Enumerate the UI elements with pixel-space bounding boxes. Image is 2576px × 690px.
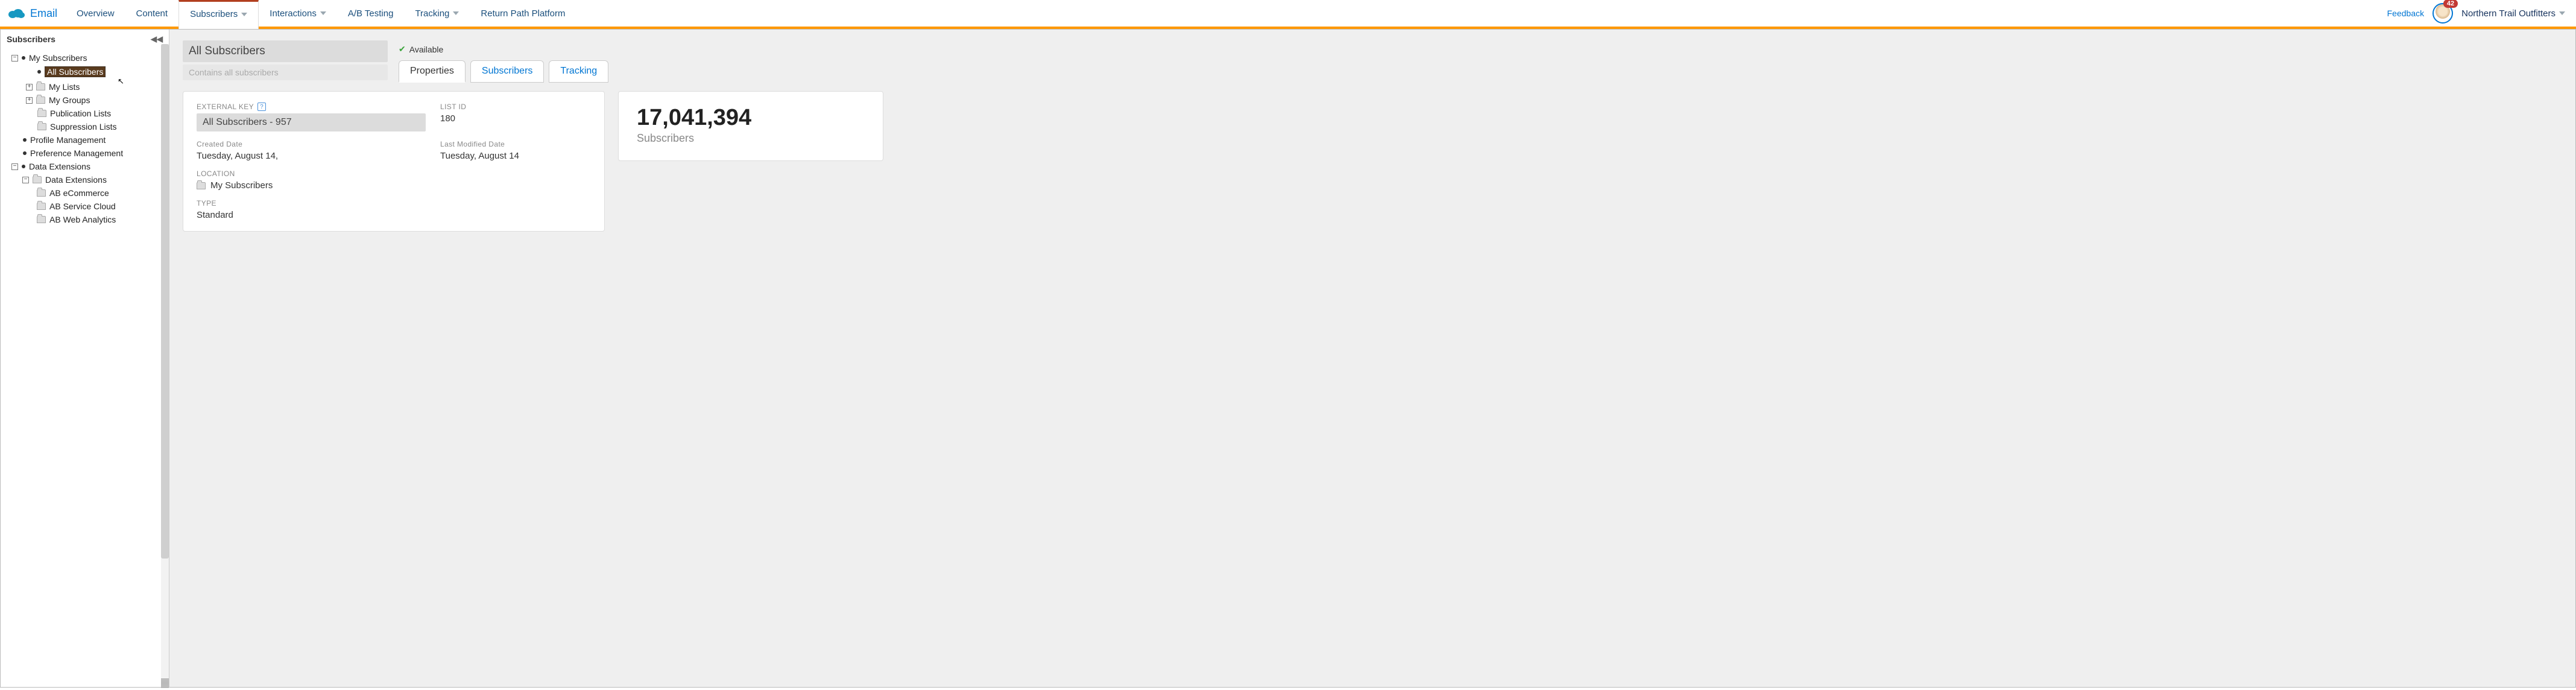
tab-properties[interactable]: Properties [399, 60, 466, 83]
folder-icon [37, 216, 46, 223]
folder-icon [197, 182, 206, 189]
tree-node-my-groups[interactable]: + My Groups [26, 93, 165, 107]
modified-date-label: Last Modified Date [440, 140, 591, 148]
app-logo-area: Email [0, 7, 66, 20]
bullet-icon [22, 165, 25, 168]
title-block: All Subscribers Contains all subscribers [183, 40, 388, 80]
external-key-value: All Subscribers - 957 [197, 113, 426, 131]
sidebar-tree: − My Subscribers All Subscribers ↖ + My … [1, 49, 169, 687]
tree-node-data-extensions[interactable]: − Data Extensions [22, 173, 165, 186]
properties-panel: EXTERNAL KEY ? All Subscribers - 957 LIS… [183, 91, 605, 232]
salesforce-cloud-icon [7, 7, 25, 19]
folder-icon [36, 83, 45, 90]
topbar-right: Feedback 42 Northern Trail Outfitters [2387, 3, 2576, 24]
status-and-tabs: ✔ Available Properties Subscribers Track… [399, 40, 608, 83]
location-value: My Subscribers [197, 180, 591, 191]
bullet-icon [23, 151, 27, 155]
collapse-icon[interactable]: − [11, 163, 18, 170]
panels-row: EXTERNAL KEY ? All Subscribers - 957 LIS… [169, 83, 2575, 245]
folder-icon [33, 176, 42, 183]
nav-tab-return-path[interactable]: Return Path Platform [470, 0, 576, 27]
tree-node-publication-lists[interactable]: Publication Lists [26, 107, 165, 120]
folder-icon [36, 97, 45, 104]
tree-node-my-subscribers[interactable]: − My Subscribers [11, 51, 165, 65]
folder-icon [37, 203, 46, 210]
status-row: ✔ Available [399, 40, 608, 54]
location-label: LOCATION [197, 169, 591, 178]
page-title: All Subscribers [183, 40, 388, 62]
org-switcher[interactable]: Northern Trail Outfitters [2461, 8, 2565, 19]
resize-handle-icon[interactable] [161, 679, 169, 688]
expand-icon[interactable]: + [26, 97, 33, 104]
bullet-icon [37, 70, 41, 74]
content-area: All Subscribers Contains all subscribers… [169, 30, 2575, 687]
sidebar-header: Subscribers ◀◀ [1, 30, 169, 49]
collapse-icon[interactable]: − [11, 55, 18, 62]
subscriber-count-label: Subscribers [637, 132, 865, 145]
modified-date-value: Tuesday, August 14 [440, 151, 591, 161]
notification-badge: 42 [2443, 0, 2458, 8]
status-text: Available [409, 45, 444, 54]
nav-tab-ab-testing[interactable]: A/B Testing [337, 0, 405, 27]
help-icon[interactable]: ? [257, 103, 266, 111]
sidebar-title: Subscribers [7, 34, 55, 44]
app-name: Email [30, 7, 57, 20]
nav-tab-subscribers[interactable]: Subscribers [178, 0, 259, 29]
collapse-sidebar-icon[interactable]: ◀◀ [151, 34, 163, 44]
tree-node-profile-management[interactable]: Profile Management [11, 133, 165, 147]
content-header: All Subscribers Contains all subscribers… [169, 30, 2575, 83]
nav-tab-tracking[interactable]: Tracking [404, 0, 470, 27]
list-id-label: LIST ID [440, 103, 591, 111]
sidebar-scrollbar[interactable] [161, 44, 169, 687]
list-id-value: 180 [440, 113, 591, 124]
scroll-thumb[interactable] [161, 44, 169, 559]
created-date-value: Tuesday, August 14, [197, 151, 426, 161]
top-nav: Email Overview Content Subscribers Inter… [0, 0, 2576, 29]
tree-node-ab-service-cloud[interactable]: AB Service Cloud [37, 200, 165, 213]
main-area: Subscribers ◀◀ − My Subscribers All Subs… [0, 29, 2576, 688]
chevron-down-icon [320, 11, 326, 15]
bullet-icon [22, 56, 25, 60]
user-avatar[interactable]: 42 [2432, 3, 2453, 24]
page-subtitle: Contains all subscribers [183, 65, 388, 80]
chevron-down-icon [241, 13, 247, 16]
tab-tracking[interactable]: Tracking [549, 60, 608, 83]
tree-node-ab-ecommerce[interactable]: AB eCommerce [37, 186, 165, 200]
tab-subscribers[interactable]: Subscribers [470, 60, 544, 83]
created-date-label: Created Date [197, 140, 426, 148]
content-tabs: Properties Subscribers Tracking [399, 60, 608, 83]
nav-tabs: Overview Content Subscribers Interaction… [66, 0, 576, 27]
tree-node-data-extensions-root[interactable]: − Data Extensions [11, 160, 165, 173]
folder-icon [37, 123, 46, 130]
bullet-icon [23, 138, 27, 142]
tree-node-suppression-lists[interactable]: Suppression Lists [26, 120, 165, 133]
tree-node-ab-web-analytics[interactable]: AB Web Analytics [37, 213, 165, 226]
nav-tab-overview[interactable]: Overview [66, 0, 125, 27]
type-value: Standard [197, 210, 591, 220]
check-icon: ✔ [399, 44, 406, 54]
subscriber-count-panel: 17,041,394 Subscribers [618, 91, 883, 161]
tree-node-preference-management[interactable]: Preference Management [11, 147, 165, 160]
folder-icon [37, 110, 46, 117]
external-key-label: EXTERNAL KEY ? [197, 103, 426, 111]
nav-tab-content[interactable]: Content [125, 0, 179, 27]
feedback-link[interactable]: Feedback [2387, 8, 2424, 18]
expand-icon[interactable]: + [26, 84, 33, 90]
sidebar: Subscribers ◀◀ − My Subscribers All Subs… [1, 30, 169, 687]
nav-tab-interactions[interactable]: Interactions [259, 0, 337, 27]
collapse-icon[interactable]: − [22, 177, 29, 183]
type-label: TYPE [197, 199, 591, 207]
folder-icon [37, 189, 46, 197]
chevron-down-icon [453, 11, 459, 15]
subscriber-count-value: 17,041,394 [637, 105, 865, 131]
chevron-down-icon [2559, 11, 2565, 15]
